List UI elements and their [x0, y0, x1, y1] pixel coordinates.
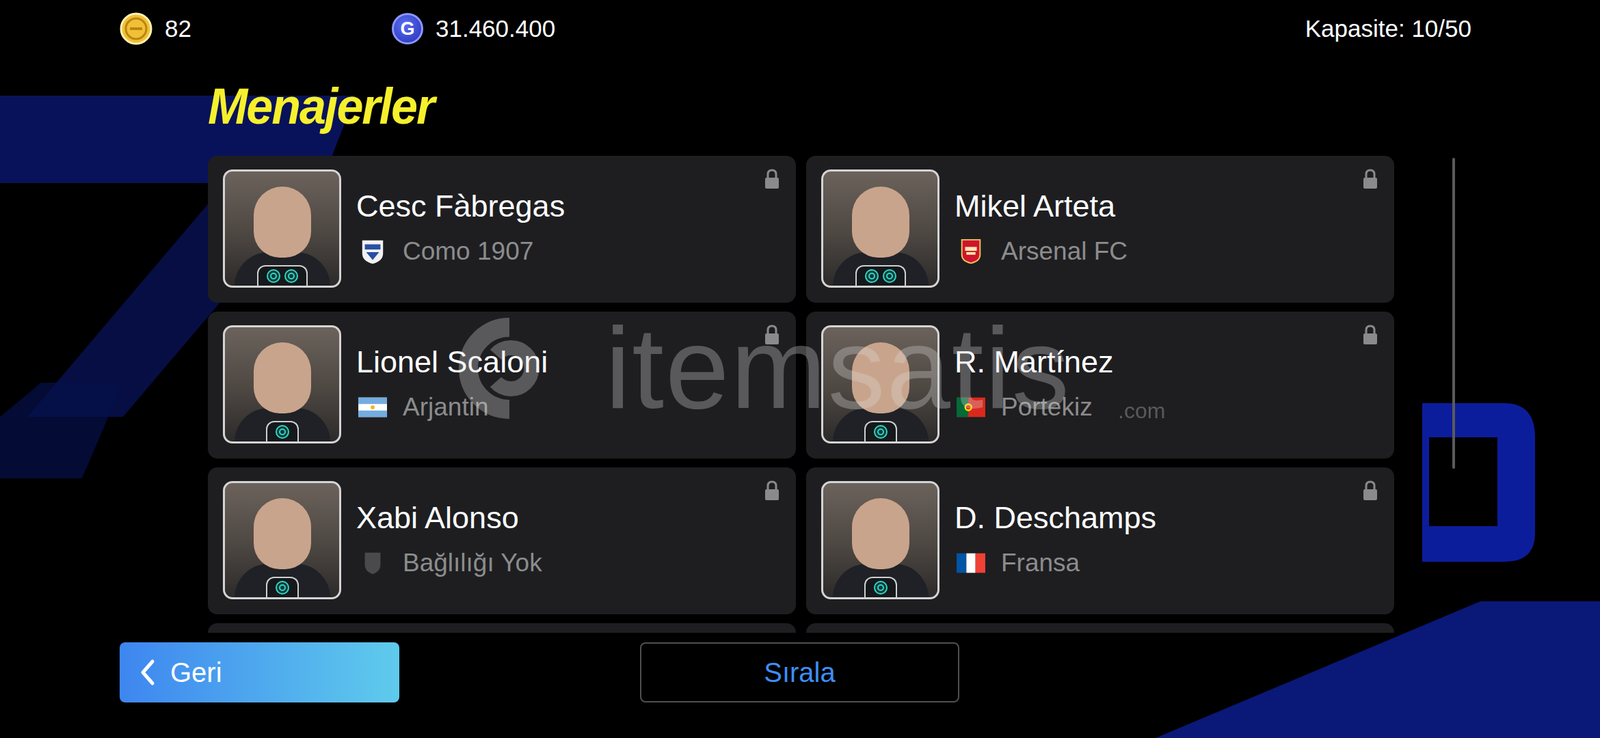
- skill-badge: [864, 421, 898, 442]
- flag-icon: [356, 393, 390, 422]
- manager-photo: [821, 481, 940, 600]
- manager-name: Lionel Scaloni: [356, 343, 548, 382]
- manager-team: Bağlılığı Yok: [402, 549, 543, 578]
- manager-card[interactable]: Lionel Scaloni Arjantin: [207, 311, 796, 459]
- manager-card[interactable]: D. Deschamps Fransa: [806, 467, 1395, 615]
- club-crest-icon: [954, 237, 988, 266]
- lock-icon: [763, 324, 781, 346]
- badge-icon: [275, 425, 290, 439]
- club-crest-icon: [356, 237, 390, 266]
- manager-team: Portekiz: [1001, 393, 1093, 422]
- manager-team: Arjantin: [402, 393, 489, 422]
- manager-photo: [821, 325, 940, 444]
- manager-card[interactable]: Cesc Fàbregas Como 1907: [207, 155, 796, 303]
- chevron-left-icon: [138, 659, 157, 687]
- back-label: Geri: [170, 657, 223, 689]
- badge-icon: [882, 269, 897, 284]
- badge-icon: [873, 581, 888, 595]
- sort-button[interactable]: Sırala: [640, 642, 960, 703]
- manager-name: Xabi Alonso: [356, 499, 543, 538]
- back-button[interactable]: Geri: [119, 642, 400, 703]
- manager-team: Fransa: [1001, 549, 1080, 578]
- skill-badge: [265, 421, 299, 442]
- manager-name: R. Martínez: [954, 343, 1114, 382]
- manager-list-area: Cesc Fàbregas Como 1907 Mikel Arteta Arsena…: [0, 155, 1600, 634]
- flag-icon: [954, 393, 988, 422]
- manager-team: Como 1907: [402, 237, 534, 266]
- managers-screen: 82 G 31.460.400 Kapasite: 10/50 Menajerler Ce…: [0, 0, 1600, 738]
- gp-balance: G 31.460.400: [391, 12, 556, 45]
- skill-badge: [855, 265, 906, 286]
- manager-photo: [222, 169, 342, 288]
- manager-team: Arsenal FC: [1001, 237, 1128, 266]
- manager-photo: [821, 169, 940, 288]
- manager-card[interactable]: R. Martínez Portekiz: [806, 311, 1395, 459]
- skill-badge: [265, 577, 299, 598]
- manager-card[interactable]: Mikel Arteta Arsenal FC: [806, 155, 1395, 303]
- coin-icon: [119, 12, 153, 46]
- lock-icon: [763, 168, 781, 191]
- shield-icon: [356, 549, 390, 578]
- manager-photo: [222, 325, 342, 444]
- manager-name: Cesc Fàbregas: [356, 187, 565, 226]
- badge-icon: [864, 269, 879, 284]
- lock-icon: [763, 480, 781, 502]
- manager-name: D. Deschamps: [954, 499, 1157, 538]
- gp-count: 31.460.400: [435, 15, 556, 43]
- manager-grid: Cesc Fàbregas Como 1907 Mikel Arteta Arsena…: [207, 155, 1395, 634]
- title-bar: Menajerler: [0, 57, 1600, 156]
- coin-balance: 82: [119, 12, 392, 46]
- scrollbar[interactable]: [1452, 157, 1456, 470]
- lock-icon: [1361, 324, 1380, 346]
- coin-count: 82: [164, 15, 192, 43]
- manager-card[interactable]: [806, 623, 1395, 634]
- lock-icon: [1361, 480, 1380, 502]
- badge-icon: [266, 269, 281, 284]
- skill-badge: [864, 577, 898, 598]
- top-bar: 82 G 31.460.400 Kapasite: 10/50: [0, 0, 1600, 58]
- manager-photo: [222, 481, 342, 600]
- badge-icon: [873, 425, 888, 439]
- manager-card[interactable]: [207, 623, 796, 634]
- skill-badge: [257, 265, 308, 286]
- page-title: Menajerler: [207, 77, 434, 136]
- manager-name: Mikel Arteta: [954, 187, 1128, 226]
- manager-card[interactable]: Xabi Alonso Bağlılığı Yok: [207, 467, 796, 615]
- badge-icon: [275, 581, 290, 595]
- flag-icon: [954, 549, 988, 578]
- lock-icon: [1361, 168, 1380, 191]
- gp-icon: G: [391, 12, 424, 45]
- bottom-bar: Geri Sırala: [0, 633, 1600, 738]
- capacity-label: Kapasite: 10/50: [1305, 15, 1472, 43]
- badge-icon: [284, 269, 299, 284]
